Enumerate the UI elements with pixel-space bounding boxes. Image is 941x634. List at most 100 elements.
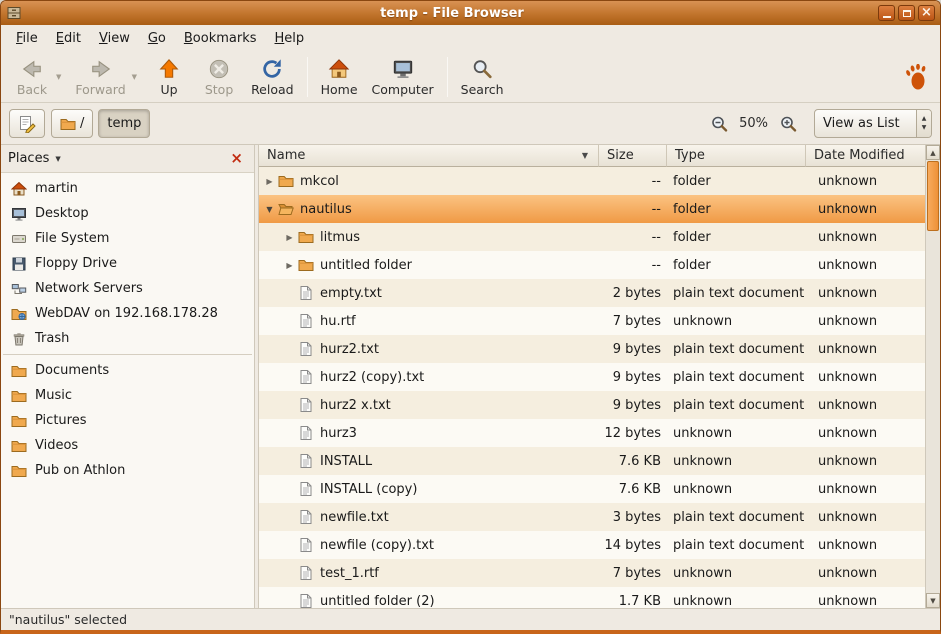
text-file-icon — [298, 481, 314, 497]
scroll-down-button[interactable]: ▼ — [926, 593, 940, 608]
zoom-out-button[interactable] — [708, 113, 730, 135]
menu-view[interactable]: View — [90, 28, 139, 49]
file-list: Name ▼ Size Type Date Modified ▶mkcol--f… — [259, 145, 925, 608]
close-button[interactable]: × — [918, 5, 935, 21]
column-header-name[interactable]: Name ▼ — [259, 145, 599, 167]
file-row-newfile-txt[interactable]: newfile.txt3 bytesplain text documentunk… — [259, 503, 925, 531]
cell-type: unknown — [667, 594, 806, 609]
scroll-thumb[interactable] — [927, 161, 939, 231]
reload-icon — [261, 57, 283, 81]
column-header-date[interactable]: Date Modified — [806, 145, 925, 167]
menu-help[interactable]: Help — [266, 28, 314, 49]
file-row-install[interactable]: INSTALL7.6 KBunknownunknown — [259, 447, 925, 475]
menu-go[interactable]: Go — [139, 28, 175, 49]
expander-closed-icon[interactable]: ▶ — [263, 177, 276, 186]
scroll-up-button[interactable]: ▲ — [926, 145, 940, 160]
text-file-icon — [298, 565, 314, 581]
path-button-temp[interactable]: temp — [98, 109, 150, 138]
view-mode-stepper-icon[interactable]: ▲▼ — [916, 110, 931, 137]
file-row-hurz2-txt[interactable]: hurz2.txt9 bytesplain text documentunkno… — [259, 335, 925, 363]
toolbar-button-label: Search — [461, 82, 504, 97]
file-row-hu-rtf[interactable]: hu.rtf7 bytesunknownunknown — [259, 307, 925, 335]
cell-name: empty.txt — [259, 279, 599, 307]
toolbar-forward-button[interactable]: Forward — [68, 54, 132, 100]
place-item-videos[interactable]: Videos — [1, 433, 254, 458]
toolbar-home-button[interactable]: Home — [314, 54, 365, 100]
cell-date: unknown — [806, 594, 925, 609]
file-row-hurz3[interactable]: hurz312 bytesunknownunknown — [259, 419, 925, 447]
places-selector[interactable]: Places ▼ — [8, 151, 61, 166]
place-item-floppy-drive[interactable]: Floppy Drive — [1, 251, 254, 276]
menu-bookmarks[interactable]: Bookmarks — [175, 28, 266, 49]
toggle-location-entry-button[interactable] — [9, 109, 45, 138]
place-item-music[interactable]: Music — [1, 383, 254, 408]
file-row-untitled-folder-2[interactable]: untitled folder (2)1.7 KBunknownunknown — [259, 587, 925, 608]
place-item-pub-on-athlon[interactable]: Pub on Athlon — [1, 458, 254, 483]
file-name: mkcol — [300, 174, 339, 189]
expander-open-icon[interactable]: ▼ — [263, 205, 276, 214]
cell-size: 7 bytes — [599, 314, 667, 329]
file-row-install-copy[interactable]: INSTALL (copy)7.6 KBunknownunknown — [259, 475, 925, 503]
path-button-root[interactable]: / — [51, 109, 93, 138]
place-label: Floppy Drive — [35, 256, 117, 271]
expander-closed-icon[interactable]: ▶ — [283, 233, 296, 242]
place-item-pictures[interactable]: Pictures — [1, 408, 254, 433]
place-item-trash[interactable]: Trash — [1, 326, 254, 351]
minimize-button[interactable] — [878, 5, 895, 21]
place-item-file-system[interactable]: File System — [1, 226, 254, 251]
cell-type: unknown — [667, 454, 806, 469]
menu-file[interactable]: File — [7, 28, 47, 49]
maximize-button[interactable] — [898, 5, 915, 21]
zoom-in-button[interactable] — [777, 113, 799, 135]
file-row-empty-txt[interactable]: empty.txt2 bytesplain text documentunkno… — [259, 279, 925, 307]
place-item-network-servers[interactable]: Network Servers — [1, 276, 254, 301]
close-sidebar-button[interactable]: × — [226, 150, 247, 167]
cell-name: ▶untitled folder — [259, 251, 599, 279]
toolbar-stop-button[interactable]: Stop — [194, 54, 244, 100]
toolbar-reload-button[interactable]: Reload — [244, 54, 301, 100]
column-header-size[interactable]: Size — [599, 145, 667, 167]
cell-size: 1.7 KB — [599, 594, 667, 609]
file-row-hurz2-copy-txt[interactable]: hurz2 (copy).txt9 bytesplain text docume… — [259, 363, 925, 391]
place-item-martin[interactable]: martin — [1, 176, 254, 201]
cell-name: hurz2 (copy).txt — [259, 363, 599, 391]
toolbar-up-button[interactable]: Up — [144, 54, 194, 100]
path-buttons: /temp — [51, 109, 150, 138]
file-row-mkcol[interactable]: ▶mkcol--folderunknown — [259, 167, 925, 195]
cell-size: 12 bytes — [599, 426, 667, 441]
place-label: Trash — [35, 331, 69, 346]
column-header-type[interactable]: Type — [667, 145, 806, 167]
vertical-scrollbar[interactable]: ▲ ▼ — [925, 145, 940, 608]
text-file-icon — [298, 425, 314, 441]
file-name: litmus — [320, 230, 360, 245]
cell-date: unknown — [806, 510, 925, 525]
file-row-litmus[interactable]: ▶litmus--folderunknown — [259, 223, 925, 251]
file-row-nautilus[interactable]: ▼nautilus--folderunknown — [259, 195, 925, 223]
cell-size: -- — [599, 230, 667, 245]
text-file-icon — [298, 369, 314, 385]
cell-date: unknown — [806, 174, 925, 189]
expander-closed-icon[interactable]: ▶ — [283, 261, 296, 270]
menu-edit[interactable]: Edit — [47, 28, 90, 49]
toolbar-back-button[interactable]: Back — [7, 54, 57, 100]
place-item-webdav-on-192-168-178-28[interactable]: WebDAV on 192.168.178.28 — [1, 301, 254, 326]
view-mode-select[interactable]: View as List ▲▼ — [814, 109, 932, 138]
status-text: "nautilus" selected — [9, 612, 127, 627]
place-item-documents[interactable]: Documents — [1, 358, 254, 383]
text-file-icon — [298, 453, 314, 469]
place-item-desktop[interactable]: Desktop — [1, 201, 254, 226]
file-row-newfile-copy-txt[interactable]: newfile (copy).txt14 bytesplain text doc… — [259, 531, 925, 559]
scroll-track[interactable] — [926, 160, 940, 593]
file-row-hurz2-x-txt[interactable]: hurz2 x.txt9 bytesplain text documentunk… — [259, 391, 925, 419]
file-row-test-1-rtf[interactable]: test_1.rtf7 bytesunknownunknown — [259, 559, 925, 587]
toolbar-back-dropdown[interactable]: ▼ — [52, 73, 65, 81]
toolbar-forward-dropdown[interactable]: ▼ — [128, 73, 141, 81]
folder-open-icon — [278, 201, 294, 217]
toolbar-computer-button[interactable]: Computer — [365, 54, 441, 100]
file-row-untitled-folder[interactable]: ▶untitled folder--folderunknown — [259, 251, 925, 279]
file-name: hurz2.txt — [320, 342, 379, 357]
place-label: Music — [35, 388, 72, 403]
toolbar-separator — [447, 57, 448, 97]
toolbar-search-button[interactable]: Search — [454, 54, 511, 100]
titlebar[interactable]: temp - File Browser × — [1, 1, 940, 25]
